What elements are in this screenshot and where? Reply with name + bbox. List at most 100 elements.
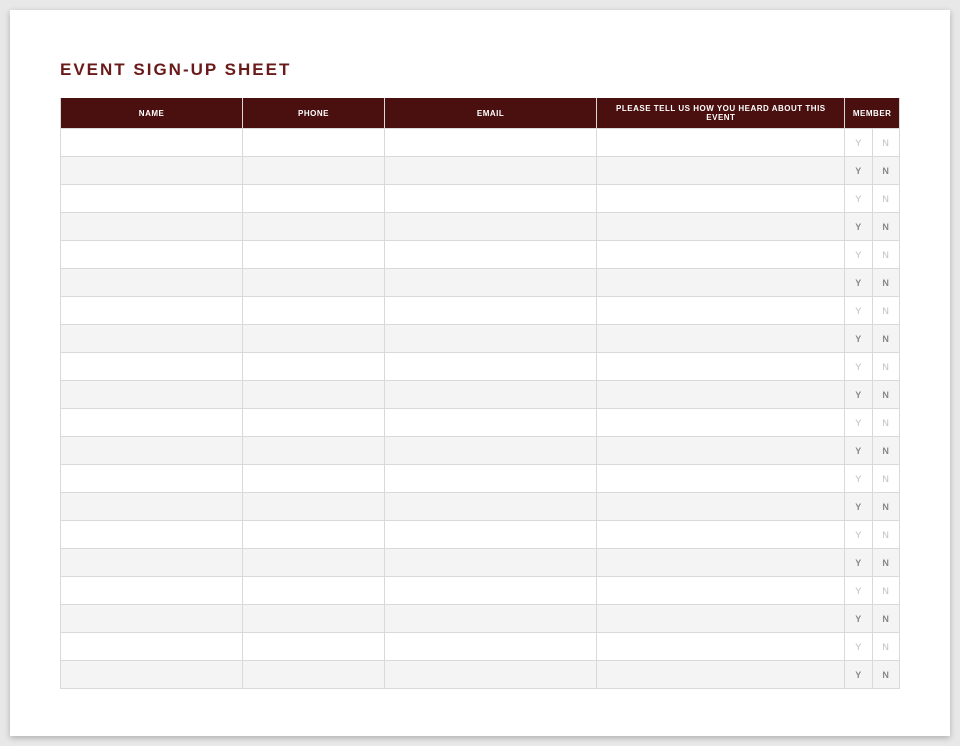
member-yes-cell[interactable]: Y [845, 297, 872, 325]
member-no-cell[interactable]: N [872, 129, 899, 157]
table-cell[interactable] [597, 297, 845, 325]
table-cell[interactable] [61, 157, 243, 185]
table-cell[interactable] [597, 521, 845, 549]
table-cell[interactable] [597, 241, 845, 269]
member-yes-cell[interactable]: Y [845, 465, 872, 493]
table-cell[interactable] [243, 129, 385, 157]
table-cell[interactable] [384, 605, 597, 633]
table-cell[interactable] [243, 381, 385, 409]
member-no-cell[interactable]: N [872, 549, 899, 577]
table-cell[interactable] [61, 241, 243, 269]
table-cell[interactable] [61, 213, 243, 241]
member-no-cell[interactable]: N [872, 213, 899, 241]
table-cell[interactable] [243, 661, 385, 689]
table-cell[interactable] [597, 353, 845, 381]
member-yes-cell[interactable]: Y [845, 129, 872, 157]
member-yes-cell[interactable]: Y [845, 661, 872, 689]
member-yes-cell[interactable]: Y [845, 409, 872, 437]
table-cell[interactable] [597, 661, 845, 689]
member-yes-cell[interactable]: Y [845, 269, 872, 297]
table-cell[interactable] [243, 409, 385, 437]
member-yes-cell[interactable]: Y [845, 549, 872, 577]
table-cell[interactable] [384, 633, 597, 661]
table-cell[interactable] [243, 185, 385, 213]
member-no-cell[interactable]: N [872, 493, 899, 521]
table-cell[interactable] [597, 493, 845, 521]
table-cell[interactable] [243, 241, 385, 269]
table-cell[interactable] [384, 353, 597, 381]
member-yes-cell[interactable]: Y [845, 185, 872, 213]
member-no-cell[interactable]: N [872, 661, 899, 689]
table-cell[interactable] [61, 129, 243, 157]
table-cell[interactable] [61, 269, 243, 297]
table-cell[interactable] [597, 577, 845, 605]
table-cell[interactable] [597, 269, 845, 297]
table-cell[interactable] [61, 437, 243, 465]
table-cell[interactable] [61, 549, 243, 577]
table-cell[interactable] [384, 325, 597, 353]
table-cell[interactable] [597, 605, 845, 633]
table-cell[interactable] [384, 185, 597, 213]
member-yes-cell[interactable]: Y [845, 353, 872, 381]
table-cell[interactable] [243, 213, 385, 241]
table-cell[interactable] [243, 577, 385, 605]
table-cell[interactable] [597, 157, 845, 185]
table-cell[interactable] [243, 521, 385, 549]
member-yes-cell[interactable]: Y [845, 437, 872, 465]
table-cell[interactable] [61, 297, 243, 325]
table-cell[interactable] [384, 521, 597, 549]
table-cell[interactable] [243, 633, 385, 661]
table-cell[interactable] [597, 549, 845, 577]
table-cell[interactable] [597, 129, 845, 157]
table-cell[interactable] [61, 605, 243, 633]
table-cell[interactable] [61, 381, 243, 409]
table-cell[interactable] [384, 213, 597, 241]
table-cell[interactable] [243, 269, 385, 297]
table-cell[interactable] [61, 661, 243, 689]
member-no-cell[interactable]: N [872, 577, 899, 605]
member-yes-cell[interactable]: Y [845, 577, 872, 605]
member-no-cell[interactable]: N [872, 605, 899, 633]
member-no-cell[interactable]: N [872, 521, 899, 549]
table-cell[interactable] [384, 381, 597, 409]
table-cell[interactable] [243, 353, 385, 381]
member-yes-cell[interactable]: Y [845, 213, 872, 241]
member-no-cell[interactable]: N [872, 157, 899, 185]
member-no-cell[interactable]: N [872, 465, 899, 493]
table-cell[interactable] [384, 269, 597, 297]
table-cell[interactable] [243, 493, 385, 521]
member-no-cell[interactable]: N [872, 297, 899, 325]
table-cell[interactable] [384, 661, 597, 689]
member-no-cell[interactable]: N [872, 381, 899, 409]
table-cell[interactable] [61, 633, 243, 661]
table-cell[interactable] [384, 465, 597, 493]
member-no-cell[interactable]: N [872, 241, 899, 269]
table-cell[interactable] [61, 465, 243, 493]
table-cell[interactable] [384, 577, 597, 605]
member-no-cell[interactable]: N [872, 325, 899, 353]
table-cell[interactable] [597, 465, 845, 493]
member-yes-cell[interactable]: Y [845, 521, 872, 549]
table-cell[interactable] [384, 297, 597, 325]
table-cell[interactable] [384, 241, 597, 269]
table-cell[interactable] [384, 409, 597, 437]
table-cell[interactable] [243, 605, 385, 633]
table-cell[interactable] [61, 325, 243, 353]
member-yes-cell[interactable]: Y [845, 381, 872, 409]
table-cell[interactable] [597, 213, 845, 241]
table-cell[interactable] [243, 297, 385, 325]
table-cell[interactable] [243, 325, 385, 353]
table-cell[interactable] [384, 437, 597, 465]
table-cell[interactable] [597, 437, 845, 465]
table-cell[interactable] [61, 521, 243, 549]
table-cell[interactable] [597, 381, 845, 409]
table-cell[interactable] [61, 493, 243, 521]
table-cell[interactable] [243, 465, 385, 493]
table-cell[interactable] [384, 549, 597, 577]
member-yes-cell[interactable]: Y [845, 157, 872, 185]
member-no-cell[interactable]: N [872, 409, 899, 437]
table-cell[interactable] [384, 129, 597, 157]
table-cell[interactable] [597, 185, 845, 213]
table-cell[interactable] [243, 157, 385, 185]
member-yes-cell[interactable]: Y [845, 633, 872, 661]
